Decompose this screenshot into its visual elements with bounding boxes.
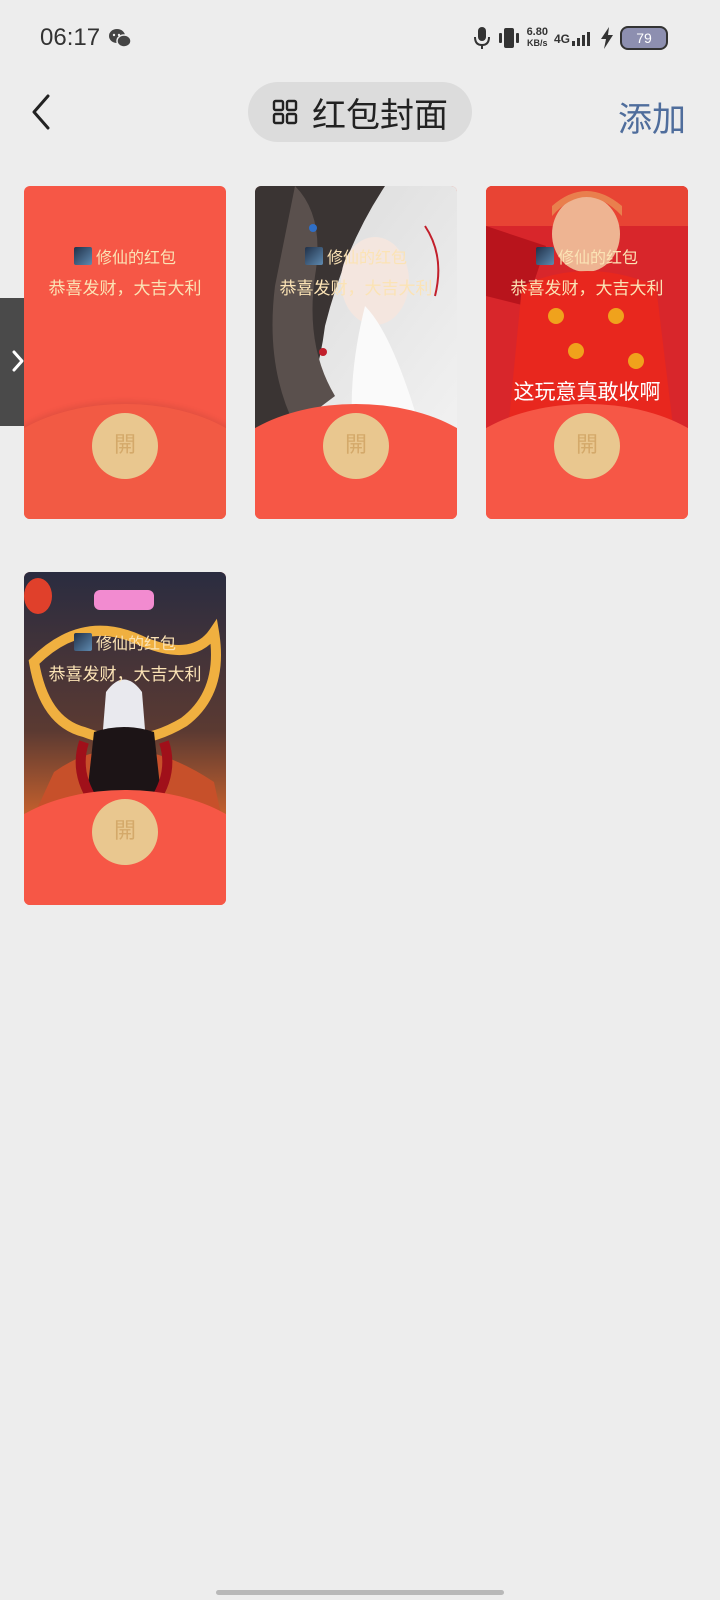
add-button[interactable]: 添加 (618, 92, 686, 141)
cover-sender: 修仙的红包 (255, 244, 457, 268)
grid-icon (272, 99, 298, 125)
cover-sender: 修仙的红包 (24, 244, 226, 268)
open-button: 開 (92, 413, 158, 479)
cover-card[interactable]: 修仙的红包 恭喜发财，大吉大利 開 (24, 186, 226, 519)
sender-avatar (73, 633, 92, 651)
clock: 06:17 (40, 24, 101, 51)
status-bar: 06:17 6.80 KB/s 4G 79 (0, 0, 720, 80)
sender-name: 修仙的红包 (95, 248, 176, 267)
signal-bars-icon (572, 32, 590, 46)
chevron-left-icon (32, 94, 50, 130)
net-speed-unit: KB/s (527, 38, 548, 48)
charging-icon (601, 27, 613, 49)
open-button: 開 (554, 413, 620, 479)
net-speed: 6.80 KB/s (527, 27, 548, 49)
cover-greeting: 恭喜发财，大吉大利 (48, 665, 202, 685)
cover-greeting: 恭喜发财，大吉大利 (48, 279, 202, 299)
sender-name: 修仙的红包 (326, 248, 407, 267)
sender-avatar (535, 247, 554, 265)
vibrate-icon (498, 28, 519, 48)
home-indicator[interactable] (216, 1590, 504, 1595)
net-speed-value: 6.80 (526, 26, 548, 38)
back-button[interactable] (24, 90, 64, 134)
battery-level: 79 (620, 26, 668, 50)
page-title-pill[interactable]: 红包封面 (248, 82, 472, 142)
cover-card[interactable]: 修仙的红包 恭喜发财，大吉大利 開 (24, 572, 226, 905)
sender-avatar (304, 247, 323, 265)
open-button: 開 (92, 799, 158, 865)
cover-greeting: 恭喜发财，大吉大利 (279, 279, 433, 299)
sender-name: 修仙的红包 (557, 248, 638, 267)
signal-indicator: 4G (554, 30, 594, 46)
cover-card[interactable]: 修仙的红包 恭喜发财，大吉大利 这玩意真敢收啊 開 (486, 186, 688, 519)
cover-sender: 修仙的红包 (24, 630, 226, 654)
wechat-icon (109, 29, 132, 48)
network-type: 4G (553, 32, 570, 46)
sender-name: 修仙的红包 (95, 634, 176, 653)
cover-greeting: 恭喜发财，大吉大利 (510, 279, 664, 299)
sender-avatar (73, 247, 92, 265)
cover-card[interactable]: 修仙的红包 恭喜发财，大吉大利 開 (255, 186, 457, 519)
open-button: 開 (323, 413, 389, 479)
cover-caption: 这玩意真敢收啊 (513, 380, 661, 404)
microphone-icon (473, 27, 490, 49)
page-title: 红包封面 (312, 95, 448, 136)
cover-sender: 修仙的红包 (486, 244, 688, 268)
